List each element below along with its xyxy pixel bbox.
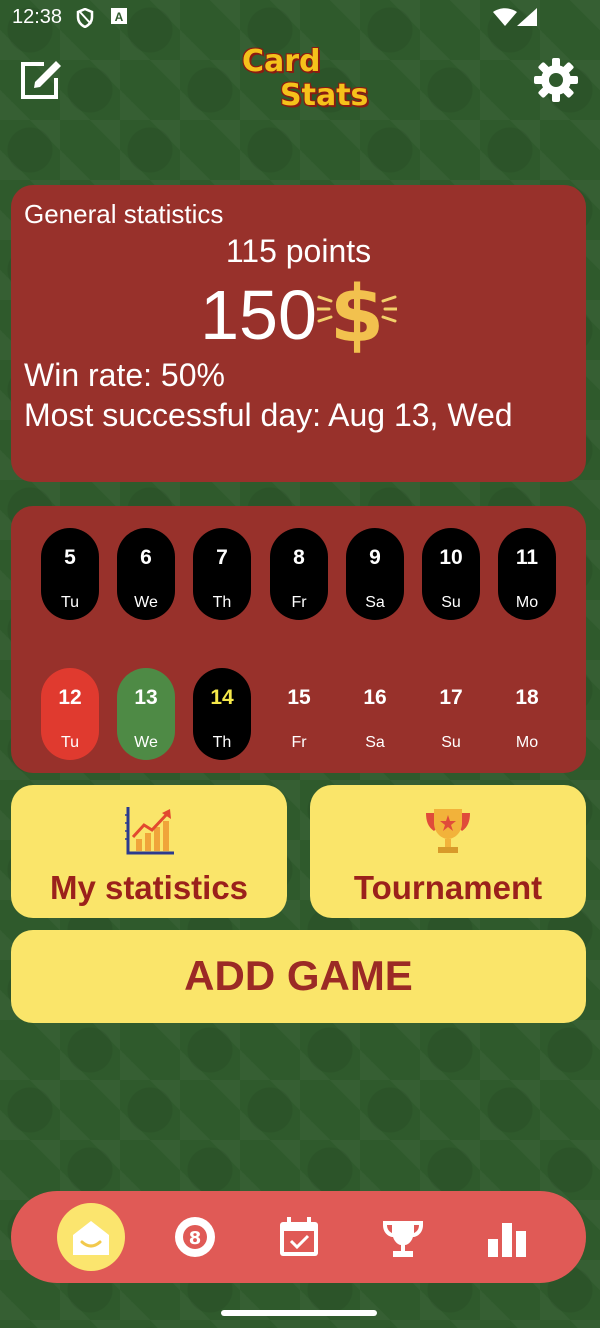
add-game-label: ADD GAME bbox=[184, 952, 413, 999]
eight-ball-icon: 8 bbox=[175, 1217, 215, 1257]
my-statistics-button[interactable]: My statistics bbox=[11, 785, 287, 918]
gear-icon bbox=[534, 58, 578, 102]
calendar-card: 5 Tu 6 We 7 Th 8 Fr 9 Sa 10 Su 11 Mo 12 … bbox=[11, 506, 586, 773]
calendar-day[interactable]: 9 Sa bbox=[346, 528, 404, 620]
nav-tournament[interactable] bbox=[369, 1203, 437, 1271]
stats-title: General statistics bbox=[24, 199, 224, 229]
bottom-navigation: 8 bbox=[11, 1191, 586, 1283]
nav-calendar[interactable] bbox=[265, 1203, 333, 1271]
general-statistics-card: General statistics 115 points 150 $ Win … bbox=[11, 185, 586, 482]
tournament-button[interactable]: Tournament bbox=[310, 785, 586, 918]
stats-money-row: 150 $ bbox=[11, 275, 586, 355]
add-game-button[interactable]: ADD GAME bbox=[11, 930, 586, 1023]
nav-statistics[interactable] bbox=[473, 1203, 541, 1271]
svg-text:A: A bbox=[115, 10, 124, 24]
shield-icon bbox=[76, 8, 94, 28]
status-bar: 12:38 A bbox=[0, 0, 600, 34]
dollar-icon: $ bbox=[316, 275, 397, 355]
calendar-day-future[interactable]: 18 Mo bbox=[498, 668, 556, 760]
svg-text:8: 8 bbox=[189, 1228, 202, 1249]
calendar-day[interactable]: 8 Fr bbox=[270, 528, 328, 620]
edit-button[interactable] bbox=[18, 56, 64, 102]
signal-icon bbox=[517, 8, 537, 26]
status-time: 12:38 bbox=[12, 6, 63, 28]
calendar-day[interactable]: 5 Tu bbox=[41, 528, 99, 620]
font-icon: A bbox=[111, 8, 127, 24]
calendar-day-win[interactable]: 13 We bbox=[117, 668, 175, 760]
trophy-icon bbox=[383, 1221, 423, 1257]
growth-chart-icon bbox=[125, 807, 174, 855]
svg-text:$: $ bbox=[330, 275, 384, 355]
calendar-day-today[interactable]: 14 Th bbox=[193, 668, 251, 760]
my-statistics-label: My statistics bbox=[49, 869, 249, 906]
calendar-day-future[interactable]: 16 Sa bbox=[346, 668, 404, 760]
stats-points: 115 points bbox=[225, 233, 372, 269]
calendar-day[interactable]: 11 Mo bbox=[498, 528, 556, 620]
wifi-icon bbox=[493, 8, 517, 26]
stats-money: 150 bbox=[200, 276, 317, 354]
logo-word-stats: Stats bbox=[280, 78, 369, 113]
stats-win-rate: Win rate: 50% bbox=[24, 357, 225, 393]
home-icon bbox=[73, 1221, 109, 1255]
tournament-label: Tournament bbox=[353, 869, 543, 906]
nav-home[interactable] bbox=[57, 1203, 125, 1271]
app-logo: Card Stats bbox=[238, 42, 368, 122]
calendar-day-future[interactable]: 15 Fr bbox=[270, 668, 328, 760]
calendar-day-future[interactable]: 17 Su bbox=[422, 668, 480, 760]
calendar-day[interactable]: 10 Su bbox=[422, 528, 480, 620]
home-indicator[interactable] bbox=[221, 1310, 377, 1316]
trophy-icon bbox=[426, 809, 470, 853]
stats-most-successful-day: Most successful day: Aug 13, Wed bbox=[24, 397, 513, 433]
nav-games[interactable]: 8 bbox=[161, 1203, 229, 1271]
calendar-day[interactable]: 6 We bbox=[117, 528, 175, 620]
settings-button[interactable] bbox=[532, 56, 580, 104]
logo-word-card: Card bbox=[242, 44, 321, 79]
bar-chart-icon bbox=[488, 1223, 526, 1257]
edit-icon bbox=[21, 61, 61, 99]
calendar-day[interactable]: 7 Th bbox=[193, 528, 251, 620]
calendar-icon bbox=[280, 1217, 318, 1256]
calendar-day-loss[interactable]: 12 Tu bbox=[41, 668, 99, 760]
